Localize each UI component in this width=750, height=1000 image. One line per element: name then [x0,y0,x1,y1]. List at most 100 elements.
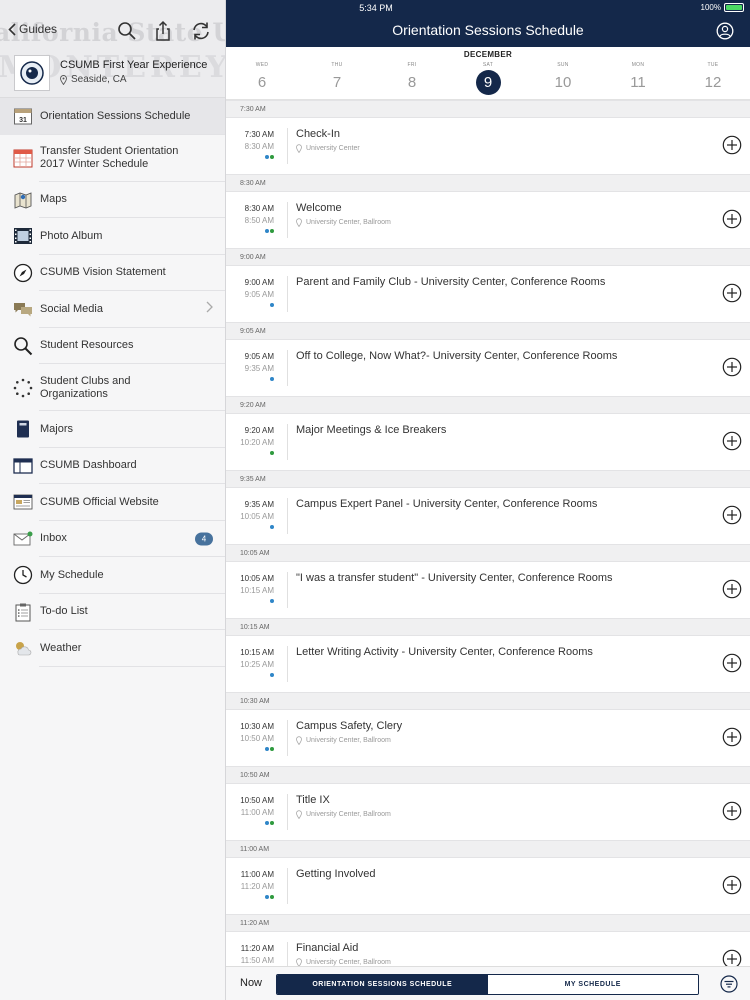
sidebar-item-student-resources[interactable]: Student Resources [0,328,225,365]
session-row[interactable]: 8:30 AM 8:50 AM Welcome University Center, … [226,192,750,248]
session-row[interactable]: 9:20 AM 10:20 AM Major Meetings & Ice Brea… [226,414,750,470]
now-button[interactable]: Now [240,977,262,989]
sidebar-item-csumb-dashboard[interactable]: CSUMB Dashboard [0,448,225,485]
session-location: University Center, Ballroom [296,218,391,227]
sidebar-item-label: Weather [40,641,82,654]
sidebar-item-csumb-official-website[interactable]: CSUMB Official Website [0,484,225,521]
session-start-time: 9:05 AM [244,352,274,361]
tab-my-schedule[interactable]: MY SCHEDULE [487,975,698,994]
session-track-dots [226,821,274,825]
sidebar-menu: 31 Orientation Sessions Schedule Transfer … [0,98,225,667]
session-track-dots [226,377,274,381]
add-to-schedule-icon[interactable] [722,431,742,451]
session-track-dots [226,303,274,307]
page-title: Orientation Sessions Schedule [392,22,584,38]
sidebar-item-maps[interactable]: Maps [0,182,225,219]
sidebar-item-csumb-vision-statement[interactable]: CSUMB Vision Statement [0,255,225,292]
sidebar-item-my-schedule[interactable]: My Schedule [0,557,225,594]
sidebar-item-transfer-student-orientation-2017-winter-schedule[interactable]: Transfer Student Orientation 2017 Winter… [0,135,225,182]
day-number: 11 [630,74,646,91]
row-divider [287,276,288,312]
session-end-time: 8:50 AM [244,216,274,225]
add-to-schedule-icon[interactable] [722,653,742,673]
day-thu[interactable]: THU 7 [312,62,362,95]
month-label: DECEMBER [463,50,513,59]
sidebar-item-label: My Schedule [40,568,104,581]
time-section-header: 10:50 AM [226,766,750,784]
session-row[interactable]: 10:30 AM 10:50 AM Campus Safety, Clery Univ… [226,710,750,766]
sidebar-item-to-do-list[interactable]: To-do List [0,594,225,631]
sidebar-item-orientation-sessions-schedule[interactable]: 31 Orientation Sessions Schedule [0,98,225,135]
day-wed[interactable]: WED 6 [237,62,287,95]
add-to-schedule-icon[interactable] [722,135,742,155]
website-icon [12,491,34,513]
day-sun[interactable]: SUN 10 [538,62,588,95]
add-to-schedule-icon[interactable] [722,579,742,599]
weather-icon [12,637,34,659]
session-row[interactable]: 7:30 AM 8:30 AM Check-In University Center [226,118,750,174]
tab-orientation-schedule[interactable]: ORIENTATION SESSIONS SCHEDULE [277,975,488,994]
add-to-schedule-icon[interactable] [722,727,742,747]
session-row[interactable]: 9:00 AM 9:05 AM Parent and Family Club - U… [226,266,750,322]
session-end-time: 11:20 AM [240,882,274,891]
row-divider [287,424,288,460]
sidebar-item-weather[interactable]: Weather [0,630,225,667]
add-to-schedule-icon[interactable] [722,875,742,895]
row-divider [287,572,288,608]
session-list[interactable]: 7:30 AM 7:30 AM 8:30 AM Check-In University … [226,100,750,966]
session-row[interactable]: 11:00 AM 11:20 AM Getting Involved [226,858,750,914]
guide-location: Seaside, CA [60,74,207,85]
session-title: Campus Safety, Clery [296,720,403,732]
sidebar-item-label: Orientation Sessions Schedule [40,109,191,122]
add-to-schedule-icon[interactable] [722,505,742,525]
session-row[interactable]: 9:05 AM 9:35 AM Off to College, Now What?-… [226,340,750,396]
day-mon[interactable]: MON 11 [613,62,663,95]
green-track-dot [270,895,274,899]
blue-track-dot [270,525,274,529]
share-icon[interactable] [152,20,174,42]
add-to-schedule-icon[interactable] [722,283,742,303]
session-title: "I was a transfer student" - University … [296,572,613,584]
profile-icon[interactable] [716,22,734,40]
sidebar-item-student-clubs-and-organizations[interactable]: Student Clubs and Organizations [0,364,225,411]
session-location: University Center, Ballroom [296,810,391,819]
session-location: University Center [296,144,360,153]
search-icon[interactable] [116,20,138,42]
filter-icon[interactable] [720,975,738,993]
add-to-schedule-icon[interactable] [722,949,742,966]
session-start-time: 9:35 AM [244,500,274,509]
day-tue[interactable]: TUE 12 [688,62,738,95]
session-row[interactable]: 11:20 AM 11:50 AM Financial Aid University … [226,932,750,966]
session-location-text: University Center [306,145,360,152]
sidebar-item-majors[interactable]: Majors [0,411,225,448]
sidebar-item-social-media[interactable]: Social Media [0,291,225,328]
session-row[interactable]: 9:35 AM 10:05 AM Campus Expert Panel - Uni… [226,488,750,544]
inbox-count-badge: 4 [195,532,213,546]
sidebar-item-photo-album[interactable]: Photo Album [0,218,225,255]
add-to-schedule-icon[interactable] [722,801,742,821]
time-section-header: 11:00 AM [226,840,750,858]
status-time: 5:34 PM [359,3,393,13]
session-row[interactable]: 10:15 AM 10:25 AM Letter Writing Activity … [226,636,750,692]
add-to-schedule-icon[interactable] [722,209,742,229]
sidebar-item-inbox[interactable]: Inbox 4 [0,521,225,558]
session-row[interactable]: 10:05 AM 10:15 AM "I was a transfer studen… [226,562,750,618]
chat-bubbles-icon [12,298,34,320]
day-fri[interactable]: FRI 8 [387,62,437,95]
back-to-guides-button[interactable]: Guides [8,22,57,36]
otter-logo-icon [20,61,44,85]
chevron-left-icon [8,22,16,36]
session-location-text: University Center, Ballroom [306,811,391,818]
row-divider [287,942,288,966]
date-strip: DECEMBER WED 6 THU 7 FRI 8 SAT 9 SUN 10 MON 11 TUE 12 [226,47,750,100]
session-row[interactable]: 10:50 AM 11:00 AM Title IX University Cente… [226,784,750,840]
day-number: 8 [407,74,417,91]
guide-header: alifornia State Universi MONTEREY BAY Gu… [0,0,225,98]
day-number: 10 [554,74,572,91]
refresh-icon[interactable] [190,20,212,42]
add-to-schedule-icon[interactable] [722,357,742,377]
blue-track-dot [265,747,269,751]
day-sat[interactable]: SAT 9 [463,62,513,95]
status-battery: 100% [701,3,744,12]
guide-info[interactable]: CSUMB First Year Experience Seaside, CA [14,55,207,91]
